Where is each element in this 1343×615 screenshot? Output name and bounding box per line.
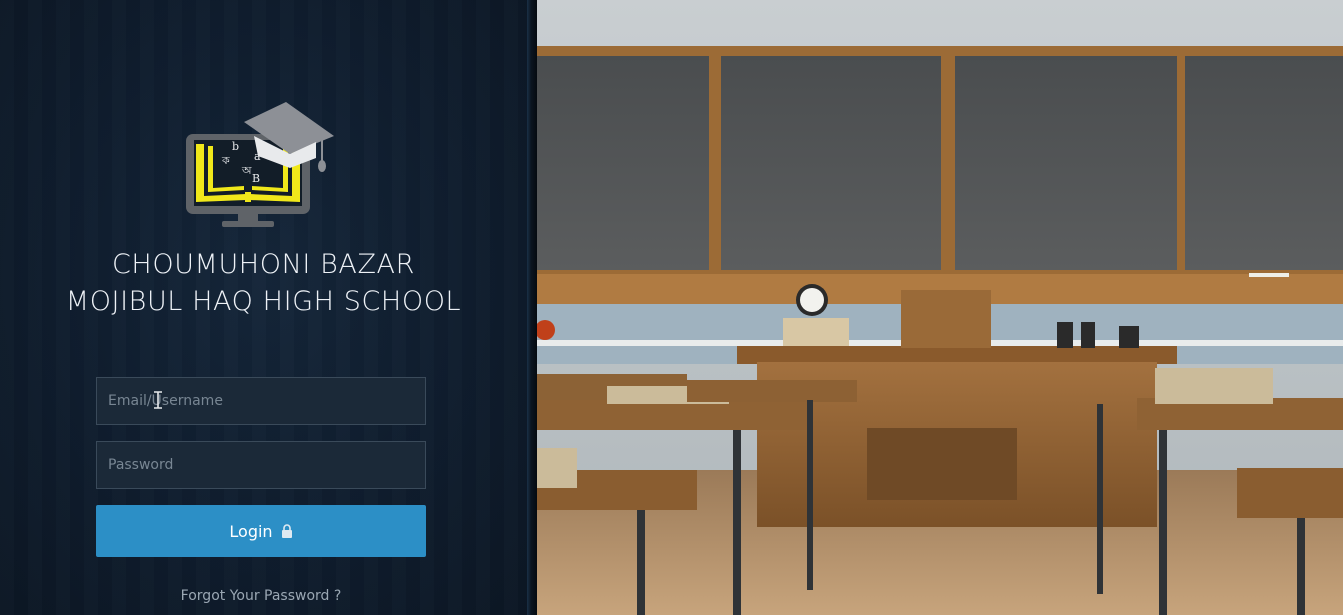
- school-name: CHOUMUHONI BAZAR MOJIBUL HAQ HIGH SCHOOL: [0, 246, 527, 320]
- email-username-input[interactable]: [96, 377, 426, 425]
- classroom-background-image: [537, 0, 1343, 615]
- logo-letters: b a ক অ B: [182, 96, 340, 230]
- login-button[interactable]: Login: [96, 505, 426, 557]
- login-panel: b a ক অ B CHOUMUHONI BAZAR MOJIBUL HAQ H…: [0, 0, 527, 615]
- panel-divider: [527, 0, 537, 615]
- logo-letter: a: [254, 150, 261, 163]
- lock-icon: [281, 524, 292, 538]
- logo-letter: ক: [222, 154, 230, 167]
- forgot-password-link[interactable]: Forgot Your Password ?: [96, 588, 426, 604]
- text-cursor-icon: [154, 391, 162, 409]
- school-name-line2: MOJIBUL HAQ HIGH SCHOOL: [65, 286, 462, 317]
- password-input[interactable]: [96, 441, 426, 489]
- logo-letter: b: [232, 140, 240, 153]
- school-name-line1: CHOUMUHONI BAZAR: [111, 249, 415, 280]
- login-label: Login: [229, 521, 273, 541]
- logo-letter: B: [252, 172, 261, 185]
- logo-letter: অ: [242, 164, 252, 177]
